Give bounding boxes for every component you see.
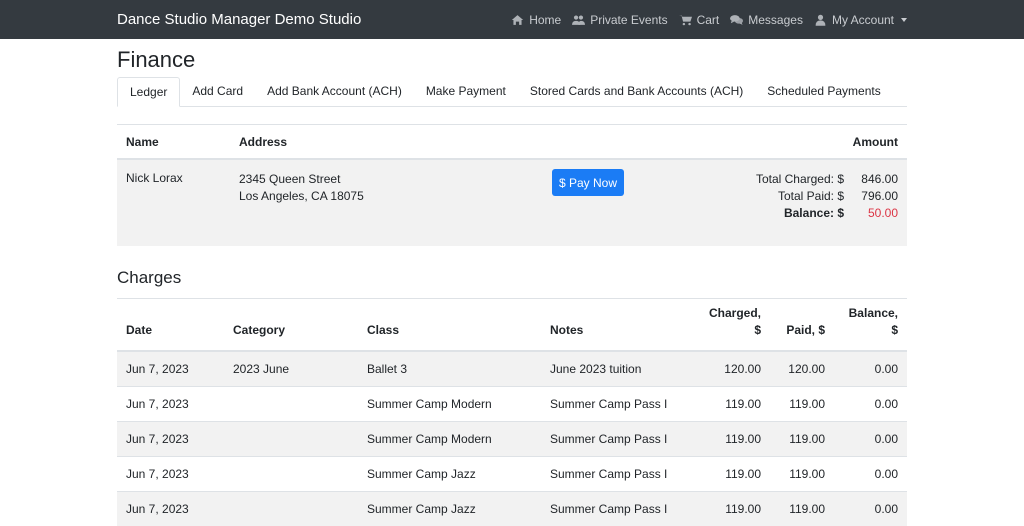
tab-add-bank-account[interactable]: Add Bank Account (ACH): [255, 77, 414, 106]
nav-links: Home Private Events Cart Messages My Acc…: [511, 13, 907, 27]
charges-header-row: Date Category Class Notes Charged, $ Pai…: [117, 299, 907, 352]
ledger-header-address: Address: [239, 134, 288, 149]
cell-notes: June 2023 tuition: [541, 350, 689, 386]
cell-charged: 119.00: [689, 385, 770, 421]
student-address: 2345 Queen Street Los Angeles, CA 18075: [239, 171, 364, 205]
cell-balance: 0.00: [834, 350, 907, 386]
header-balance-line1: Balance,: [848, 306, 898, 320]
cart-icon: [678, 14, 692, 25]
main-container: Finance Ledger Add Card Add Bank Account…: [117, 39, 907, 526]
table-row: Jun 7, 2023 Summer Camp Modern Summer Ca…: [117, 420, 907, 456]
cell-date: Jun 7, 2023: [117, 385, 224, 421]
cell-category: [224, 385, 358, 421]
total-paid-label: Total Paid: $: [777, 189, 844, 203]
home-icon: [512, 14, 524, 25]
user-icon: [815, 14, 826, 26]
ledger-totals: Total Charged: $ 846.00 Total Paid: $ 79…: [756, 171, 898, 222]
cell-date: Jun 7, 2023: [117, 420, 224, 456]
total-paid-row: Total Paid: $ 796.00: [756, 188, 898, 205]
ledger-row: Nick Lorax 2345 Queen Street Los Angeles…: [117, 160, 907, 246]
chevron-down-icon: [901, 17, 907, 22]
cell-paid: 120.00: [770, 350, 834, 386]
cell-notes: Summer Camp Pass I: [541, 385, 689, 421]
table-row: Jun 7, 2023 2023 June Ballet 3 June 2023…: [117, 350, 907, 386]
total-charged-row: Total Charged: $ 846.00: [756, 171, 898, 188]
tab-make-payment[interactable]: Make Payment: [414, 77, 518, 106]
header-balance-line2: $: [891, 323, 898, 337]
cell-charged: 119.00: [689, 455, 770, 491]
header-charged: Charged, $: [689, 299, 770, 352]
cell-category: [224, 420, 358, 456]
cell-notes: Summer Camp Pass I: [541, 420, 689, 456]
cell-category: 2023 June: [224, 350, 358, 386]
page-title: Finance: [117, 47, 196, 72]
tab-ledger[interactable]: Ledger: [117, 77, 181, 107]
charges-table: Date Category Class Notes Charged, $ Pai…: [117, 299, 907, 526]
finance-tabs: Ledger Add Card Add Bank Account (ACH) M…: [117, 77, 907, 107]
cell-date: Jun 7, 2023: [117, 455, 224, 491]
cell-balance: 0.00: [834, 385, 907, 421]
balance-value: 50.00: [867, 206, 898, 220]
header-category: Category: [224, 299, 358, 352]
address-line-1: 2345 Queen Street: [239, 172, 341, 186]
tab-add-card[interactable]: Add Card: [180, 77, 255, 106]
brand-link[interactable]: Dance Studio Manager Demo Studio: [117, 11, 361, 28]
nav-my-account[interactable]: My Account: [814, 13, 907, 27]
nav-messages-label: Messages: [748, 12, 803, 27]
table-row: Jun 7, 2023 Summer Camp Modern Summer Ca…: [117, 385, 907, 421]
cell-balance: 0.00: [834, 455, 907, 491]
users-icon: [572, 14, 586, 25]
cell-balance: 0.00: [834, 420, 907, 456]
cell-paid: 119.00: [770, 385, 834, 421]
cell-date: Jun 7, 2023: [117, 350, 224, 386]
cell-paid: 119.00: [770, 420, 834, 456]
ledger-header-row: Name Address Amount: [117, 125, 907, 160]
total-charged-value: 846.00: [861, 172, 898, 186]
cell-class: Summer Camp Modern: [358, 420, 541, 456]
top-navbar: Dance Studio Manager Demo Studio Home Pr…: [0, 0, 1024, 39]
cell-charged: 120.00: [689, 350, 770, 386]
balance-label: Balance: $: [783, 206, 844, 220]
total-charged-label: Total Charged: $: [755, 172, 844, 186]
student-name: Nick Lorax: [126, 171, 183, 185]
header-balance: Balance, $: [834, 299, 907, 352]
cell-notes: Summer Camp Pass I: [541, 455, 689, 491]
ledger-header-amount: Amount: [852, 134, 898, 149]
charges-title: Charges: [117, 268, 907, 299]
tab-stored-cards[interactable]: Stored Cards and Bank Accounts (ACH): [518, 77, 755, 106]
balance-row: Balance: $ 50.00: [756, 205, 898, 222]
cell-class: Summer Camp Modern: [358, 385, 541, 421]
address-line-2: Los Angeles, CA 18075: [239, 189, 364, 203]
cell-class: Ballet 3: [358, 350, 541, 386]
header-charged-line1: Charged,: [708, 306, 761, 320]
cell-charged: 119.00: [689, 420, 770, 456]
header-notes: Notes: [541, 299, 689, 352]
total-paid-value: 796.00: [861, 189, 898, 203]
header-class: Class: [358, 299, 541, 352]
header-charged-line2: $: [754, 323, 761, 337]
cell-category: [224, 455, 358, 491]
nav-home[interactable]: Home: [511, 13, 561, 27]
tab-scheduled-payments[interactable]: Scheduled Payments: [755, 77, 892, 106]
cell-paid: 119.00: [770, 455, 834, 491]
nav-my-account-label: My Account: [831, 12, 894, 27]
nav-private-events[interactable]: Private Events: [572, 12, 668, 27]
ledger-header-name: Name: [126, 134, 159, 149]
nav-cart[interactable]: Cart: [678, 12, 720, 27]
nav-private-events-label: Private Events: [590, 12, 668, 27]
pay-now-button[interactable]: $ Pay Now: [552, 169, 624, 196]
header-paid: Paid, $: [770, 299, 834, 352]
ledger-summary: Name Address Amount Nick Lorax 2345 Quee…: [117, 124, 907, 246]
nav-home-label: Home: [529, 12, 562, 27]
nav-messages[interactable]: Messages: [730, 13, 803, 27]
header-date: Date: [117, 299, 224, 352]
cell-class: Summer Camp Jazz: [358, 455, 541, 491]
nav-cart-label: Cart: [696, 12, 720, 27]
comments-icon: [730, 14, 744, 25]
table-row: Jun 7, 2023 Summer Camp Jazz Summer Camp…: [117, 455, 907, 491]
